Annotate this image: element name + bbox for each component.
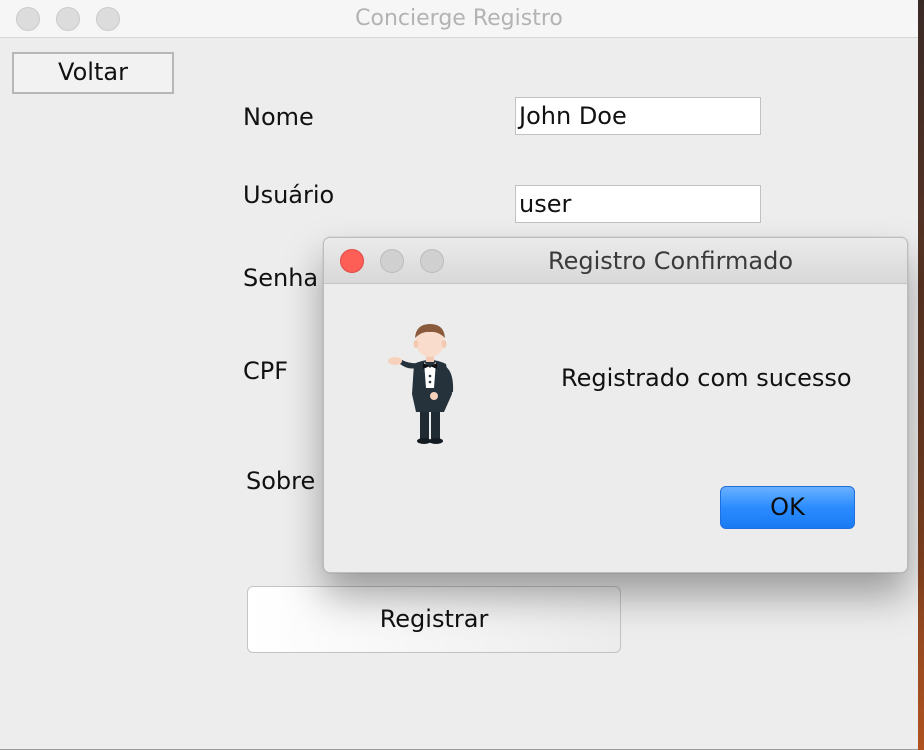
dialog-minimize-button[interactable] [380, 249, 404, 273]
confirmation-dialog: Registro Confirmado Registrado com suces… [323, 237, 908, 573]
concierge-icon [388, 324, 454, 444]
dialog-message: Registrado com sucesso [561, 364, 852, 392]
user-label: Usuário [243, 181, 335, 209]
window-titlebar: Concierge Registro [0, 0, 918, 38]
dialog-titlebar: Registro Confirmado [324, 238, 907, 284]
dialog-title: Registro Confirmado [547, 247, 794, 275]
back-button[interactable]: Voltar [12, 52, 174, 94]
ok-button[interactable]: OK [720, 486, 855, 529]
desktop-background [918, 0, 924, 750]
about-label: Sobre [246, 467, 316, 495]
register-button[interactable]: Registrar [247, 586, 621, 653]
name-input[interactable]: John Doe [515, 97, 761, 135]
dialog-close-button[interactable] [340, 249, 364, 273]
cpf-label: CPF [243, 357, 289, 385]
window-title: Concierge Registro [355, 6, 563, 31]
user-input[interactable]: user [515, 185, 761, 223]
name-label: Nome [243, 103, 314, 131]
password-label: Senha [243, 264, 319, 292]
